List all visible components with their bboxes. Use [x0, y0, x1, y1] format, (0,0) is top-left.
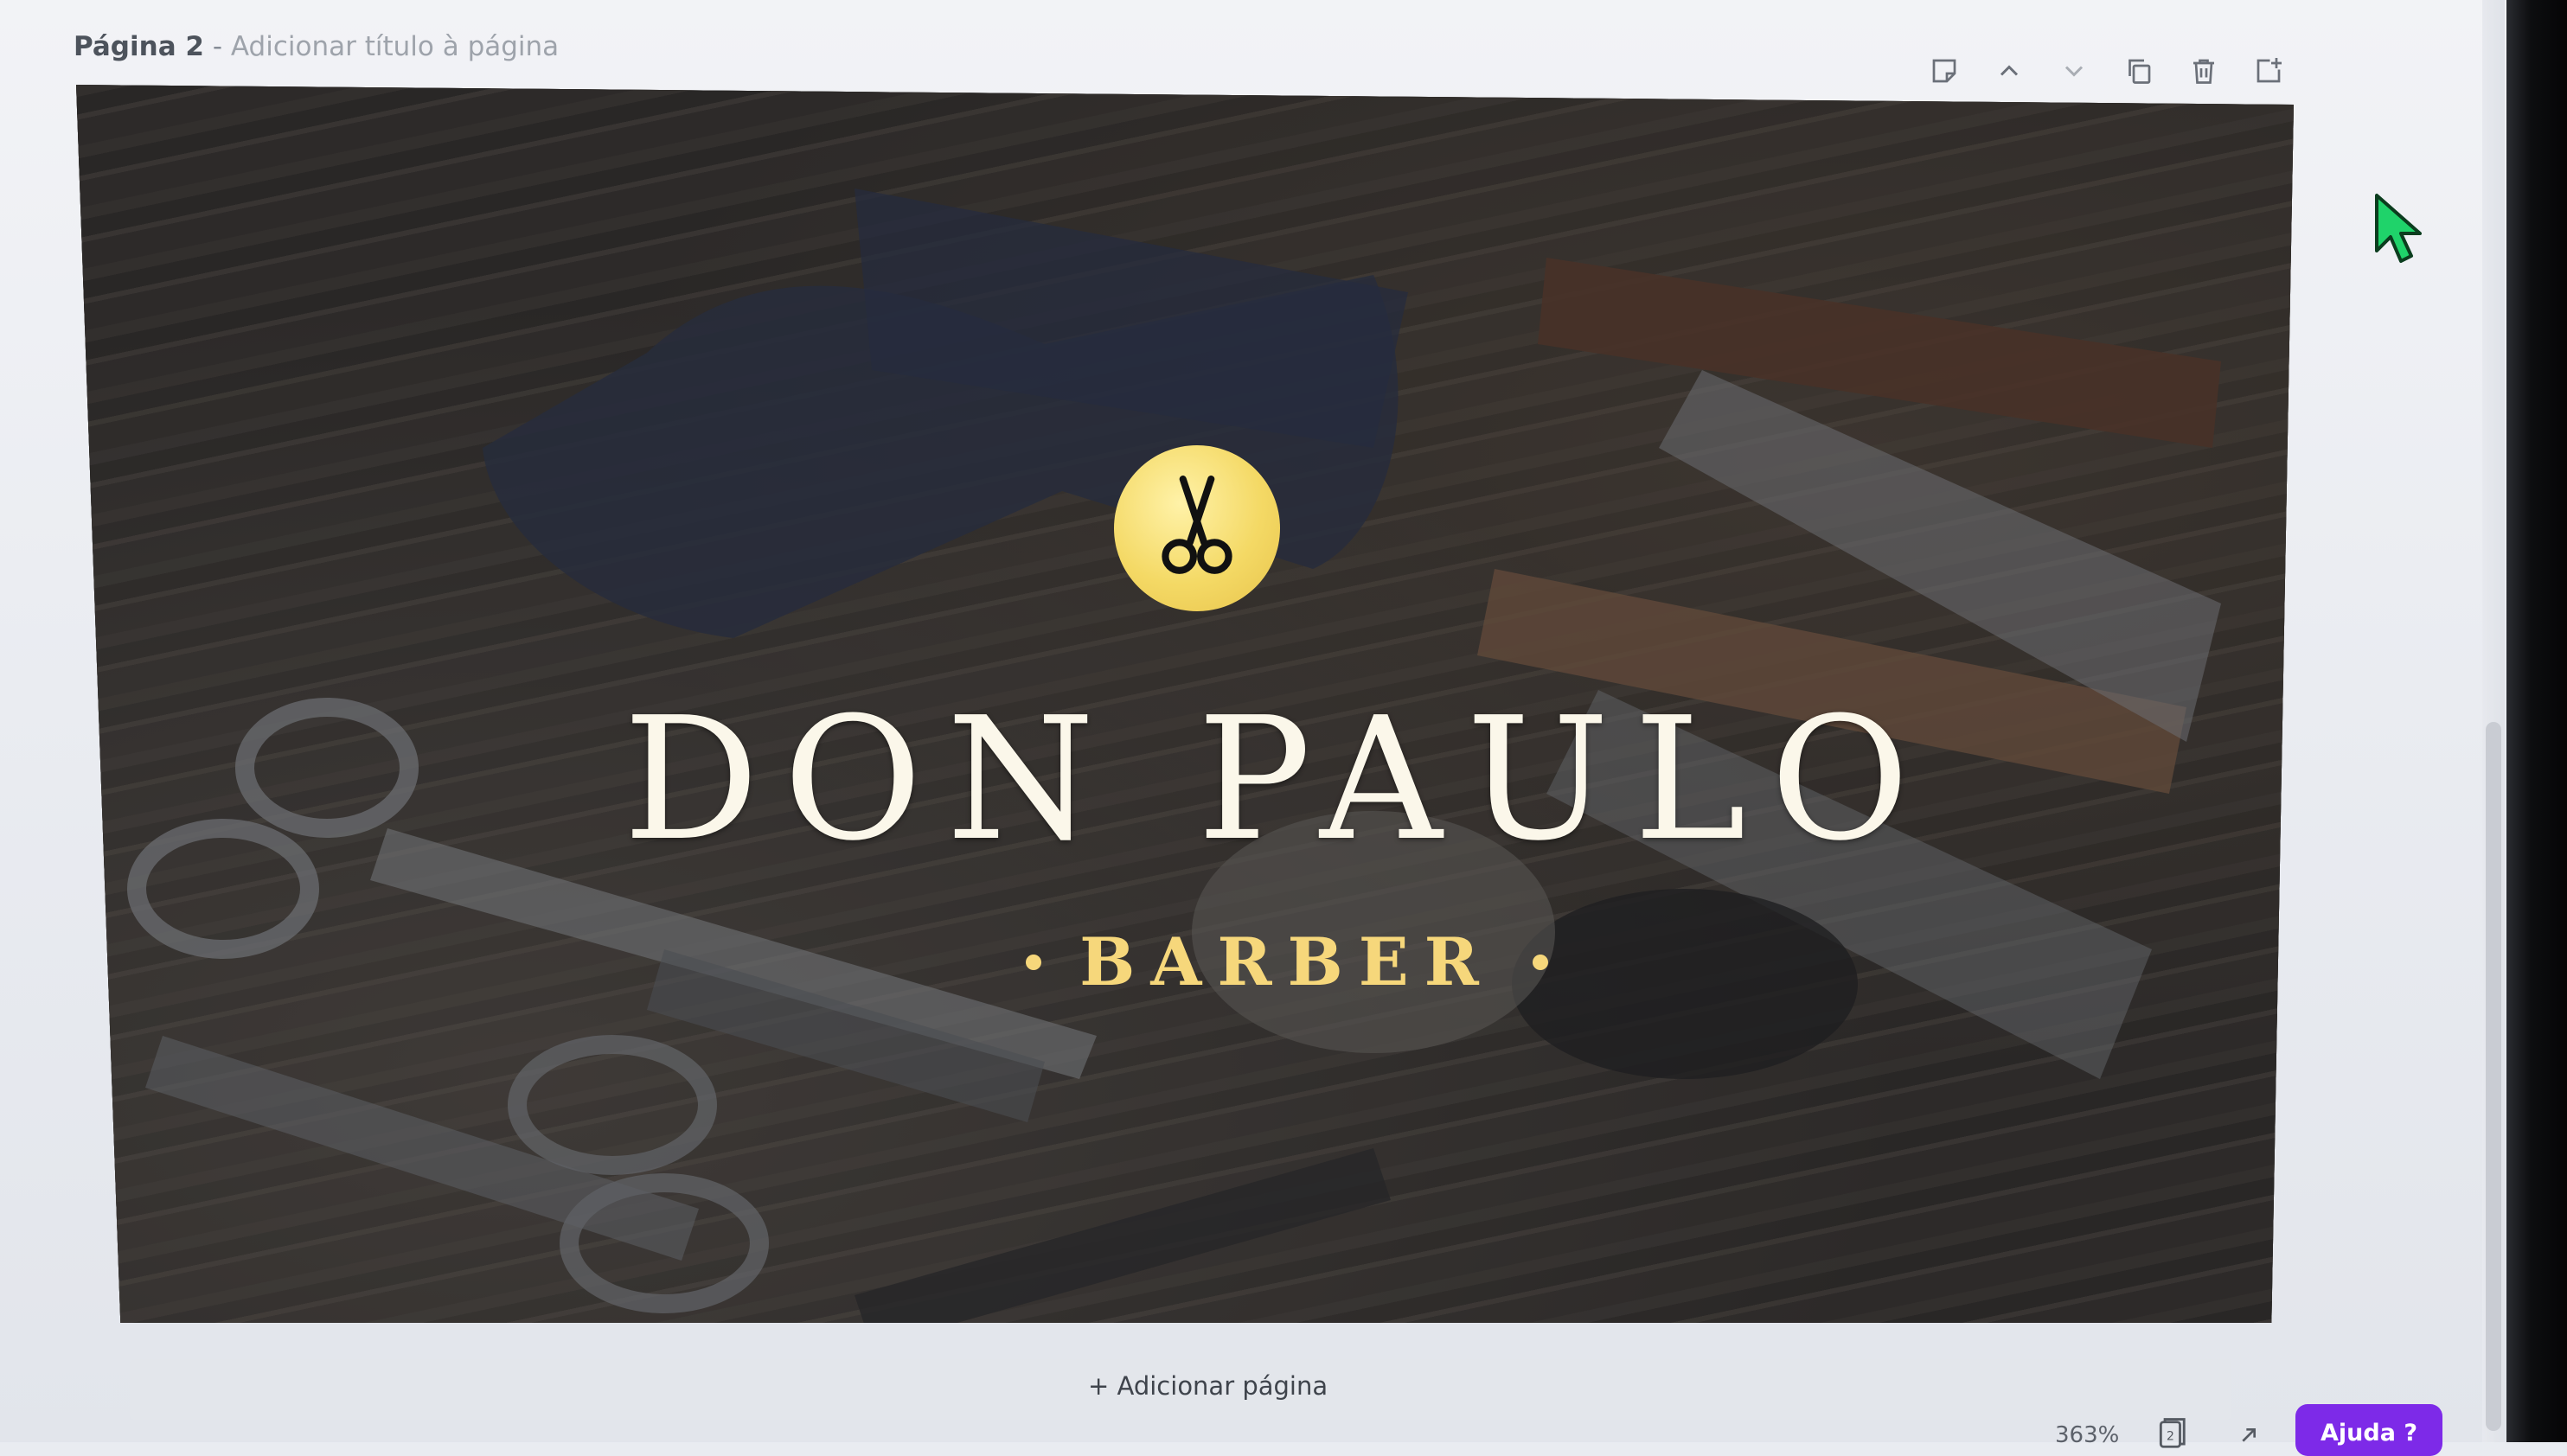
brand-subtitle[interactable]: BARBER — [898, 923, 1676, 1000]
bullet-dot-left — [1026, 955, 1042, 970]
scissors-icon — [1162, 476, 1232, 574]
fullscreen-icon[interactable] — [2235, 1421, 2263, 1449]
page-header: Página 2 - Adicionar título à página — [74, 31, 559, 62]
page-title-input[interactable]: Adicionar título à página — [231, 31, 559, 62]
move-page-up-button[interactable] — [1992, 54, 2026, 88]
brand-subtitle-text: BARBER — [1079, 923, 1495, 1000]
duplicate-icon — [2128, 59, 2151, 84]
help-button[interactable]: Ajuda ? — [2295, 1404, 2442, 1456]
delete-page-button[interactable] — [2186, 54, 2221, 88]
page-count-text: 2 — [2167, 1429, 2174, 1443]
brand-name-text[interactable]: DON PAULO — [509, 681, 2048, 878]
scrollbar-thumb[interactable] — [2486, 722, 2501, 1431]
add-page-toolbar-button[interactable] — [2251, 54, 2286, 88]
page-count-icon[interactable]: 2 — [2155, 1418, 2188, 1451]
page-toolbar — [1927, 54, 2286, 88]
add-page-button[interactable]: + Adicionar página — [1088, 1371, 1328, 1401]
page-label: Página 2 — [74, 31, 204, 62]
page-header-separator: - — [203, 31, 231, 62]
monitor-bezel — [2506, 0, 2567, 1442]
add-page-icon — [2257, 58, 2282, 83]
note-icon — [1932, 59, 1956, 83]
chevron-up-icon — [2000, 65, 2019, 76]
trash-icon — [2193, 59, 2214, 84]
chevron-down-icon — [2064, 66, 2084, 77]
bullet-dot-right — [1532, 955, 1548, 970]
duplicate-page-button[interactable] — [2122, 54, 2156, 88]
mouse-cursor-icon — [2375, 194, 2422, 263]
logo-badge[interactable] — [1114, 445, 1280, 611]
zoom-level[interactable]: 363% — [2055, 1422, 2119, 1448]
move-page-down-button[interactable] — [2057, 54, 2091, 88]
design-canvas[interactable]: DON PAULO BARBER — [76, 85, 2294, 1323]
note-button[interactable] — [1927, 54, 1962, 88]
